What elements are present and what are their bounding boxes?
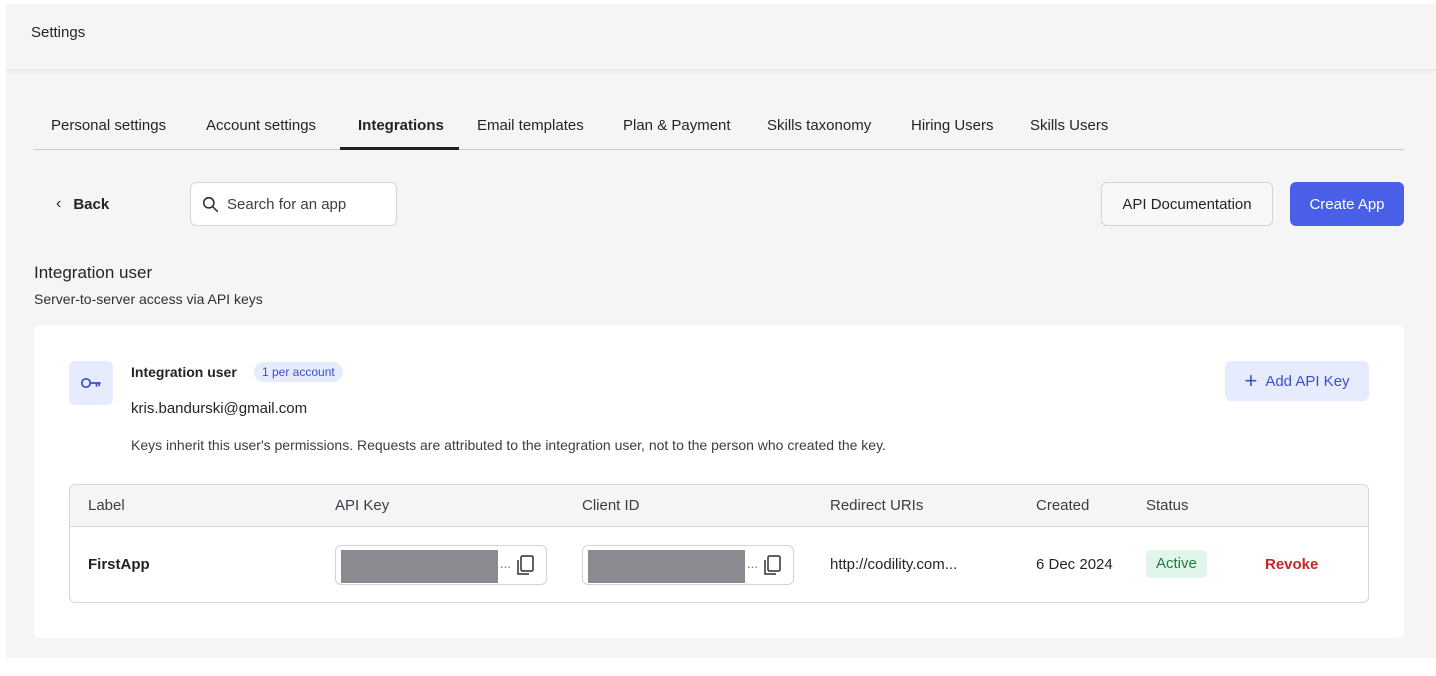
- column-header-created: Created: [1036, 497, 1090, 514]
- page-title: Settings: [31, 24, 86, 41]
- integration-user-email: kris.bandurski@gmail.com: [131, 400, 308, 417]
- back-label: Back: [73, 195, 110, 213]
- section-subtitle: Server-to-server access via API keys: [34, 291, 263, 307]
- add-api-key-label: Add API Key: [1265, 372, 1350, 390]
- tab-account-settings[interactable]: Account settings: [206, 117, 316, 134]
- search-input[interactable]: [227, 195, 377, 213]
- add-api-key-button[interactable]: + Add API Key: [1225, 361, 1369, 401]
- client-id-redacted: [588, 550, 745, 583]
- search-icon: [202, 196, 219, 212]
- key-icon: [80, 377, 101, 389]
- row-label: FirstApp: [88, 556, 150, 573]
- back-button[interactable]: ‹ Back: [54, 195, 109, 213]
- redirect-uri: http://codility.com...: [830, 556, 958, 573]
- table-header: Label API Key Client ID Redirect URIs Cr…: [70, 485, 1368, 527]
- tab-personal-settings[interactable]: Personal settings: [51, 117, 166, 134]
- permissions-note: Keys inherit this user's permissions. Re…: [131, 437, 886, 453]
- column-header-redirect-uris: Redirect URIs: [830, 497, 924, 514]
- column-header-status: Status: [1146, 497, 1189, 514]
- settings-app: Settings Personal settings Account setti…: [6, 4, 1436, 658]
- created-date: 6 Dec 2024: [1036, 556, 1113, 573]
- key-icon-tile: [69, 361, 113, 405]
- column-header-client-id: Client ID: [582, 497, 640, 514]
- column-header-api-key: API Key: [335, 497, 390, 514]
- api-key-ellipsis: ...: [500, 556, 511, 571]
- create-app-button[interactable]: Create App: [1290, 182, 1404, 226]
- active-tab-indicator: [340, 147, 459, 150]
- table-row: FirstApp ... ... http://codility.com... …: [70, 527, 1368, 602]
- integration-user-name: Integration user: [131, 364, 237, 380]
- copy-icon[interactable]: [759, 552, 785, 578]
- app-search[interactable]: [190, 182, 397, 226]
- status-badge: Active: [1146, 550, 1207, 578]
- revoke-button[interactable]: Revoke: [1265, 556, 1318, 573]
- settings-tabs: Personal settings Account settings Integ…: [34, 112, 1404, 150]
- tab-hiring-users[interactable]: Hiring Users: [911, 117, 994, 134]
- plus-icon: +: [1244, 368, 1258, 393]
- api-documentation-button[interactable]: API Documentation: [1101, 182, 1273, 226]
- api-key-field: ...: [335, 545, 547, 585]
- column-header-label: Label: [88, 497, 125, 514]
- chevron-left-icon: ‹: [56, 195, 62, 212]
- client-id-ellipsis: ...: [747, 556, 758, 571]
- client-id-field: ...: [582, 545, 794, 585]
- tab-email-templates[interactable]: Email templates: [477, 117, 584, 134]
- top-bar: Settings: [6, 4, 1436, 70]
- copy-icon[interactable]: [512, 552, 538, 578]
- tab-skills-users[interactable]: Skills Users: [1030, 117, 1108, 134]
- tab-plan-payment[interactable]: Plan & Payment: [623, 117, 731, 134]
- api-key-redacted: [341, 550, 498, 583]
- tab-skills-taxonomy[interactable]: Skills taxonomy: [767, 117, 871, 134]
- integration-user-card: Integration user 1 per account kris.band…: [34, 325, 1404, 638]
- tab-integrations[interactable]: Integrations: [358, 117, 444, 134]
- api-keys-table: Label API Key Client ID Redirect URIs Cr…: [69, 484, 1369, 603]
- per-account-badge: 1 per account: [254, 362, 343, 382]
- section-title: Integration user: [34, 263, 153, 282]
